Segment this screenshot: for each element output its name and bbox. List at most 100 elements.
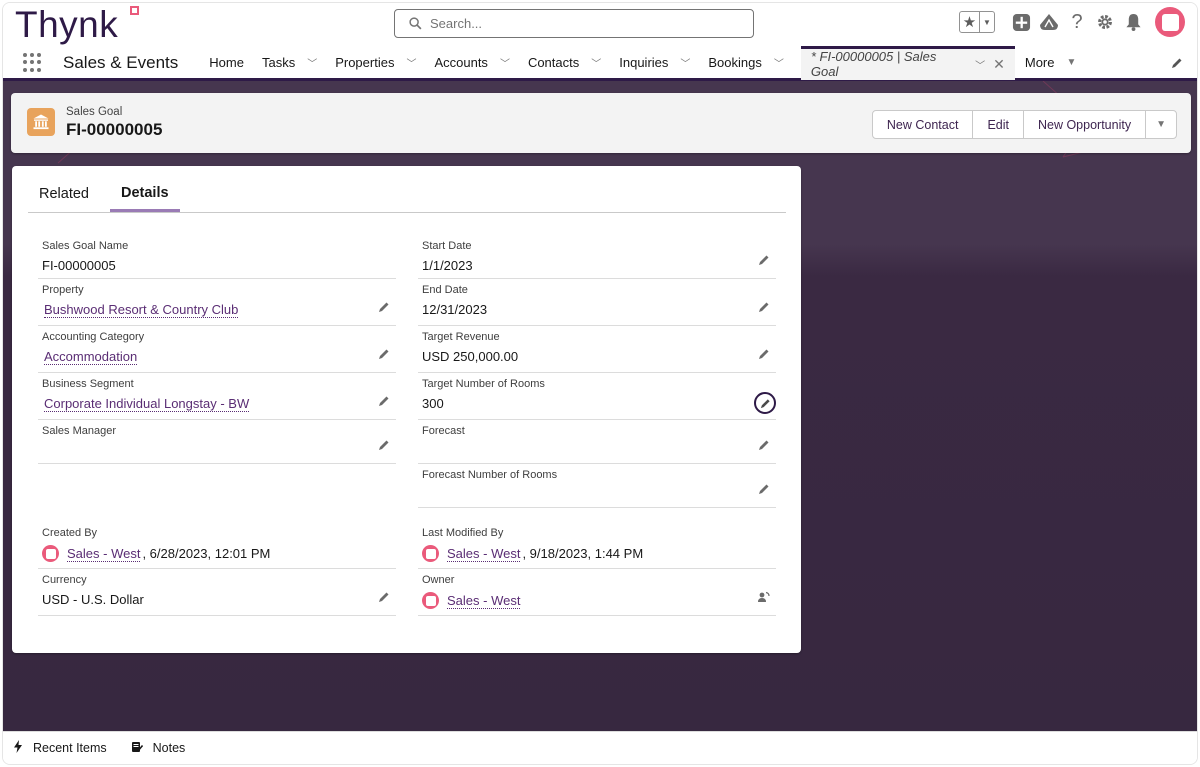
edit-pencil-icon[interactable] [758,254,770,269]
nav-more-menu[interactable]: More ▼ [1015,55,1087,70]
field-accounting-category: Accounting Category Accommodation [38,329,396,373]
close-tab-icon[interactable]: ✕ [993,56,1005,73]
edit-pencil-icon[interactable] [378,439,390,454]
logo-mark-icon [130,6,139,15]
record-highlights-panel: Sales Goal FI-00000005 New Contact Edit … [11,93,1191,153]
chevron-down-icon[interactable]: ﹀ [591,55,601,70]
notes-icon [131,741,143,756]
field-label: Last Modified By [422,527,504,539]
edit-pencil-icon[interactable] [758,483,770,498]
edit-pencil-icon-focused[interactable] [754,392,776,414]
user-avatar[interactable] [1155,7,1185,37]
help-icon[interactable]: ? [1063,8,1091,36]
field-value: 12/31/2023 [422,302,488,317]
field-label: Start Date [422,240,472,252]
record-tabs: Related Details [28,176,786,213]
utility-bar: Recent Items Notes [3,731,1197,764]
nav-item-contacts[interactable]: Contacts ﹀ [519,47,610,78]
nav-item-inquiries[interactable]: Inquiries ﹀ [610,47,699,78]
edit-pencil-icon[interactable] [758,348,770,363]
last-modified-by-user-link[interactable]: Sales - West [447,546,521,562]
record-type-label: Sales Goal [66,106,123,118]
caret-down-icon: ▼ [1066,57,1077,68]
global-header: Thynk Search... ★ ▼ ? [3,3,1197,47]
favorites-button-group: ★ ▼ [959,11,995,33]
field-last-modified-by: Last Modified By Sales - West , 9/18/202… [418,525,776,569]
app-logo[interactable]: Thynk [15,4,118,46]
last-modified-date: , 9/18/2023, 1:44 PM [522,546,644,561]
nav-item-label: Bookings [708,55,762,70]
field-label: Property [42,284,84,296]
favorites-star-icon[interactable]: ★ [960,12,980,32]
field-label: Created By [42,527,98,539]
field-label: Target Number of Rooms [422,378,545,390]
field-created-by: Created By Sales - West , 6/28/2023, 12:… [38,525,396,569]
nav-item-accounts[interactable]: Accounts ﹀ [425,47,518,78]
edit-pencil-icon[interactable] [378,301,390,316]
app-launcher-waffle-icon[interactable] [23,52,43,73]
more-actions-dropdown-icon[interactable]: ▼ [1146,111,1176,138]
property-link[interactable]: Bushwood Resort & Country Club [44,302,239,318]
setup-gear-icon[interactable] [1091,8,1119,36]
edit-pencil-icon[interactable] [758,301,770,316]
field-currency: Currency USD - U.S. Dollar [38,572,396,616]
chevron-down-icon[interactable]: ﹀ [975,57,985,72]
nav-item-properties[interactable]: Properties ﹀ [326,47,425,78]
tab-related[interactable]: Related [28,176,100,212]
record-action-buttons: New Contact Edit New Opportunity ▼ [871,110,1177,139]
record-name-title: FI-00000005 [66,120,163,139]
field-value: USD - U.S. Dollar [42,592,144,607]
chevron-down-icon[interactable]: ﹀ [774,55,784,70]
app-navigation-bar: Sales & Events Home Tasks ﹀ Properties ﹀ A… [3,45,1197,81]
new-contact-button[interactable]: New Contact [873,111,974,138]
field-target-number-of-rooms: Target Number of Rooms 300 [418,376,776,420]
owner-user-link[interactable]: Sales - West [447,593,521,609]
global-actions-plus-icon[interactable] [1007,8,1035,36]
user-avatar-icon [422,545,439,562]
field-forecast: Forecast [418,423,776,464]
field-sales-goal-name: Sales Goal Name FI-00000005 [38,238,396,279]
field-target-revenue: Target Revenue USD 250,000.00 [418,329,776,373]
recent-items-label: Recent Items [33,741,107,755]
nav-tab-record-active[interactable]: * FI-00000005 | Sales Goal ﹀ ✕ [800,45,1015,80]
business-segment-link[interactable]: Corporate Individual Longstay - BW [44,396,250,412]
chevron-down-icon[interactable]: ﹀ [406,55,416,70]
chevron-down-icon[interactable]: ﹀ [500,55,510,70]
nav-item-label: Inquiries [619,55,669,70]
accounting-category-link[interactable]: Accommodation [44,349,138,365]
active-tab-label: * FI-00000005 | Sales Goal [810,49,937,79]
edit-pencil-icon[interactable] [378,348,390,363]
new-opportunity-button[interactable]: New Opportunity [1024,111,1147,138]
recent-items-button[interactable]: Recent Items [13,740,107,756]
edit-nav-pencil-icon[interactable] [1171,57,1183,72]
edit-pencil-icon[interactable] [758,439,770,454]
nav-item-label: Home [209,55,244,70]
favorites-dropdown-icon[interactable]: ▼ [980,12,994,32]
chevron-down-icon[interactable]: ﹀ [307,55,317,70]
field-label: Sales Goal Name [42,240,129,252]
created-by-user-link[interactable]: Sales - West [67,546,141,562]
search-placeholder: Search... [430,16,483,31]
notes-button[interactable]: Notes [131,741,185,756]
nav-item-tasks[interactable]: Tasks ﹀ [253,47,326,78]
chevron-down-icon[interactable]: ﹀ [680,55,690,70]
edit-pencil-icon[interactable] [378,395,390,410]
created-date: , 6/28/2023, 12:01 PM [142,546,271,561]
field-label: End Date [422,284,468,296]
field-business-segment: Business Segment Corporate Individual Lo… [38,376,396,420]
change-owner-icon[interactable] [757,591,770,606]
edit-button[interactable]: Edit [973,111,1024,138]
nav-item-home[interactable]: Home [200,47,253,78]
field-value: USD 250,000.00 [422,349,519,364]
trailhead-icon[interactable] [1035,8,1063,36]
field-start-date: Start Date 1/1/2023 [418,238,776,279]
field-label: Accounting Category [42,331,145,343]
tab-details[interactable]: Details [109,176,180,212]
notifications-bell-icon[interactable] [1119,8,1147,36]
edit-pencil-icon[interactable] [378,591,390,606]
field-property: Property Bushwood Resort & Country Club [38,282,396,326]
field-value: FI-00000005 [42,258,116,273]
nav-item-bookings[interactable]: Bookings ﹀ [699,47,792,78]
global-search-input[interactable]: Search... [394,9,754,38]
app-window: Thynk Search... ★ ▼ ? Sales & Events Hom… [2,2,1198,765]
